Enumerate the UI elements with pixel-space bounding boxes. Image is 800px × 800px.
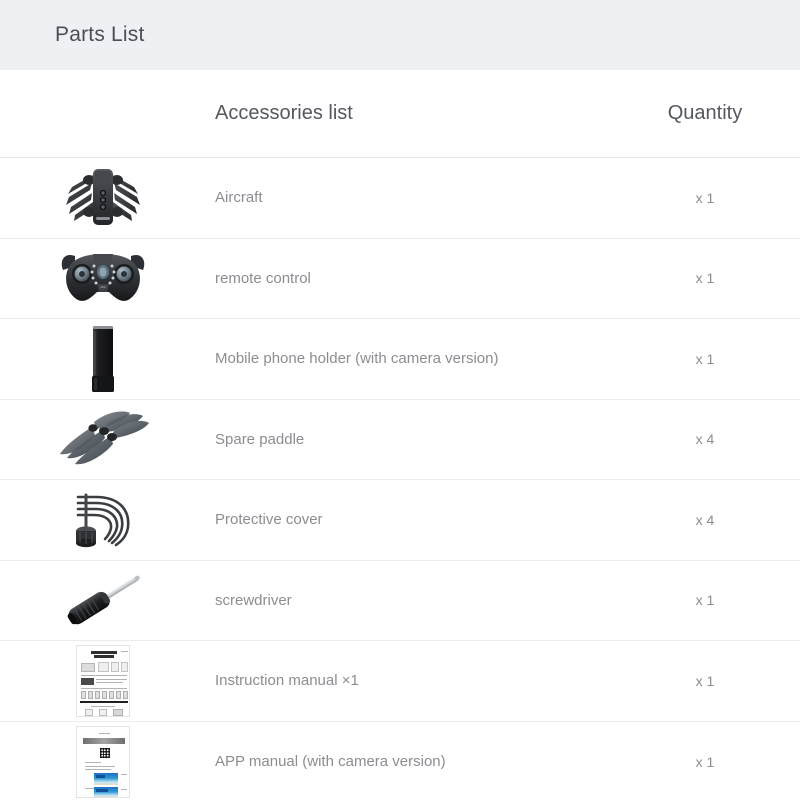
- row-name: Mobile phone holder (with camera version…: [205, 350, 610, 367]
- phone-holder-icon: [83, 324, 123, 394]
- column-header-accessories-list: Accessories list: [205, 102, 610, 125]
- remote-control-icon: [55, 248, 151, 308]
- table-row: screwdriver x 1: [0, 561, 800, 642]
- row-thumbnail-cell: [0, 319, 205, 399]
- row-name: Spare paddle: [205, 431, 610, 448]
- row-name: Instruction manual ×1: [205, 672, 610, 689]
- row-name: Aircraft: [205, 189, 610, 206]
- screwdriver-icon: [55, 572, 151, 628]
- table-row: Instruction manual ×1 x 1: [0, 641, 800, 722]
- row-thumbnail-cell: [0, 641, 205, 721]
- table-row: remote control x 1: [0, 239, 800, 320]
- row-thumbnail-cell: [0, 238, 205, 318]
- protective-cover-icon: [60, 487, 146, 553]
- row-quantity: x 1: [610, 754, 800, 770]
- table-row: Mobile phone holder (with camera version…: [0, 319, 800, 400]
- drone-aircraft-icon: [59, 167, 147, 229]
- row-thumbnail-cell: [0, 560, 205, 640]
- row-name: screwdriver: [205, 592, 610, 609]
- page-header: Parts List: [0, 0, 800, 70]
- table-row: APP manual (with camera version) x 1: [0, 722, 800, 800]
- column-header-quantity: Quantity: [610, 102, 800, 125]
- row-quantity: x 1: [610, 673, 800, 689]
- page-title: Parts List: [55, 23, 145, 47]
- spare-propeller-icon: [53, 408, 153, 470]
- table-header-row: Accessories list Quantity: [0, 70, 800, 158]
- parts-list-page: Parts List Accessories list Quantity: [0, 0, 800, 800]
- row-thumbnail-cell: [0, 158, 205, 238]
- row-quantity: x 4: [610, 431, 800, 447]
- row-name: APP manual (with camera version): [205, 753, 610, 770]
- row-thumbnail-cell: [0, 399, 205, 479]
- parts-table: Accessories list Quantity: [0, 70, 800, 800]
- row-quantity: x 1: [610, 190, 800, 206]
- instruction-manual-icon: [76, 645, 130, 717]
- row-thumbnail-cell: [0, 722, 205, 800]
- row-quantity: x 1: [610, 270, 800, 286]
- row-thumbnail-cell: [0, 480, 205, 560]
- table-row: Aircraft x 1: [0, 158, 800, 239]
- table-row: Protective cover x 4: [0, 480, 800, 561]
- row-quantity: x 1: [610, 351, 800, 367]
- app-manual-icon: [76, 726, 130, 798]
- row-quantity: x 4: [610, 512, 800, 528]
- row-quantity: x 1: [610, 592, 800, 608]
- row-name: Protective cover: [205, 511, 610, 528]
- table-row: Spare paddle x 4: [0, 400, 800, 481]
- row-name: remote control: [205, 270, 610, 287]
